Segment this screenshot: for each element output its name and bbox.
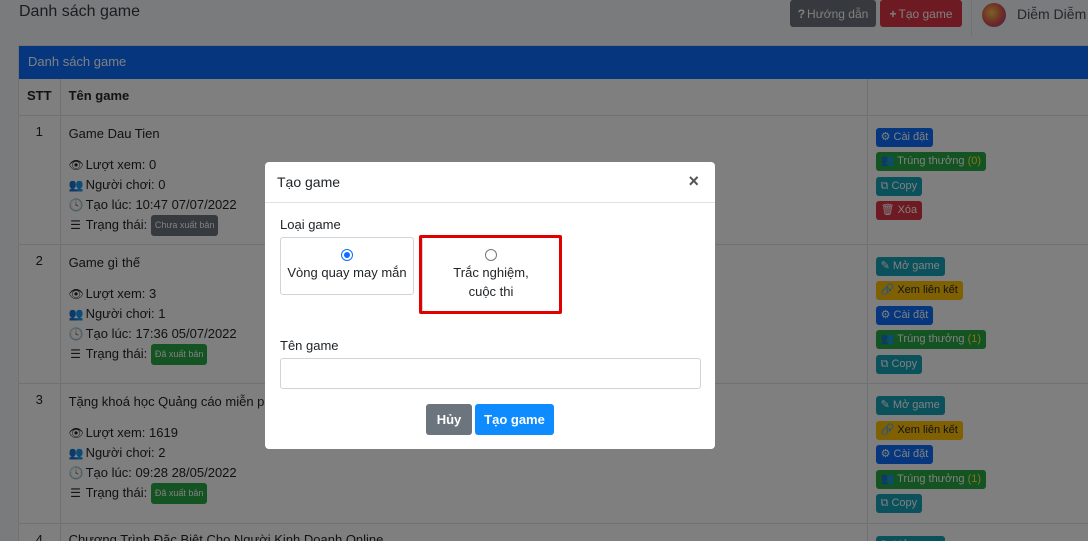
create-game-modal: Tạo game × Loại game Vòng quay may mắn T… bbox=[265, 162, 715, 449]
modal-title: Tạo game bbox=[277, 174, 341, 190]
submit-create-game-button[interactable]: Tạo game bbox=[475, 404, 554, 435]
game-name-label: Tên game bbox=[280, 338, 339, 353]
radio-lucky-wheel[interactable] bbox=[341, 249, 353, 261]
cancel-button[interactable]: Hủy bbox=[426, 404, 472, 435]
option-lucky-wheel[interactable]: Vòng quay may mắn bbox=[280, 237, 414, 295]
option-lucky-wheel-label: Vòng quay may mắn bbox=[287, 265, 407, 280]
close-icon[interactable]: × bbox=[688, 171, 699, 192]
game-type-label: Loại game bbox=[280, 217, 341, 232]
highlight-box bbox=[419, 235, 562, 314]
game-name-input[interactable] bbox=[280, 358, 701, 389]
modal-header: Tạo game × bbox=[265, 162, 715, 203]
